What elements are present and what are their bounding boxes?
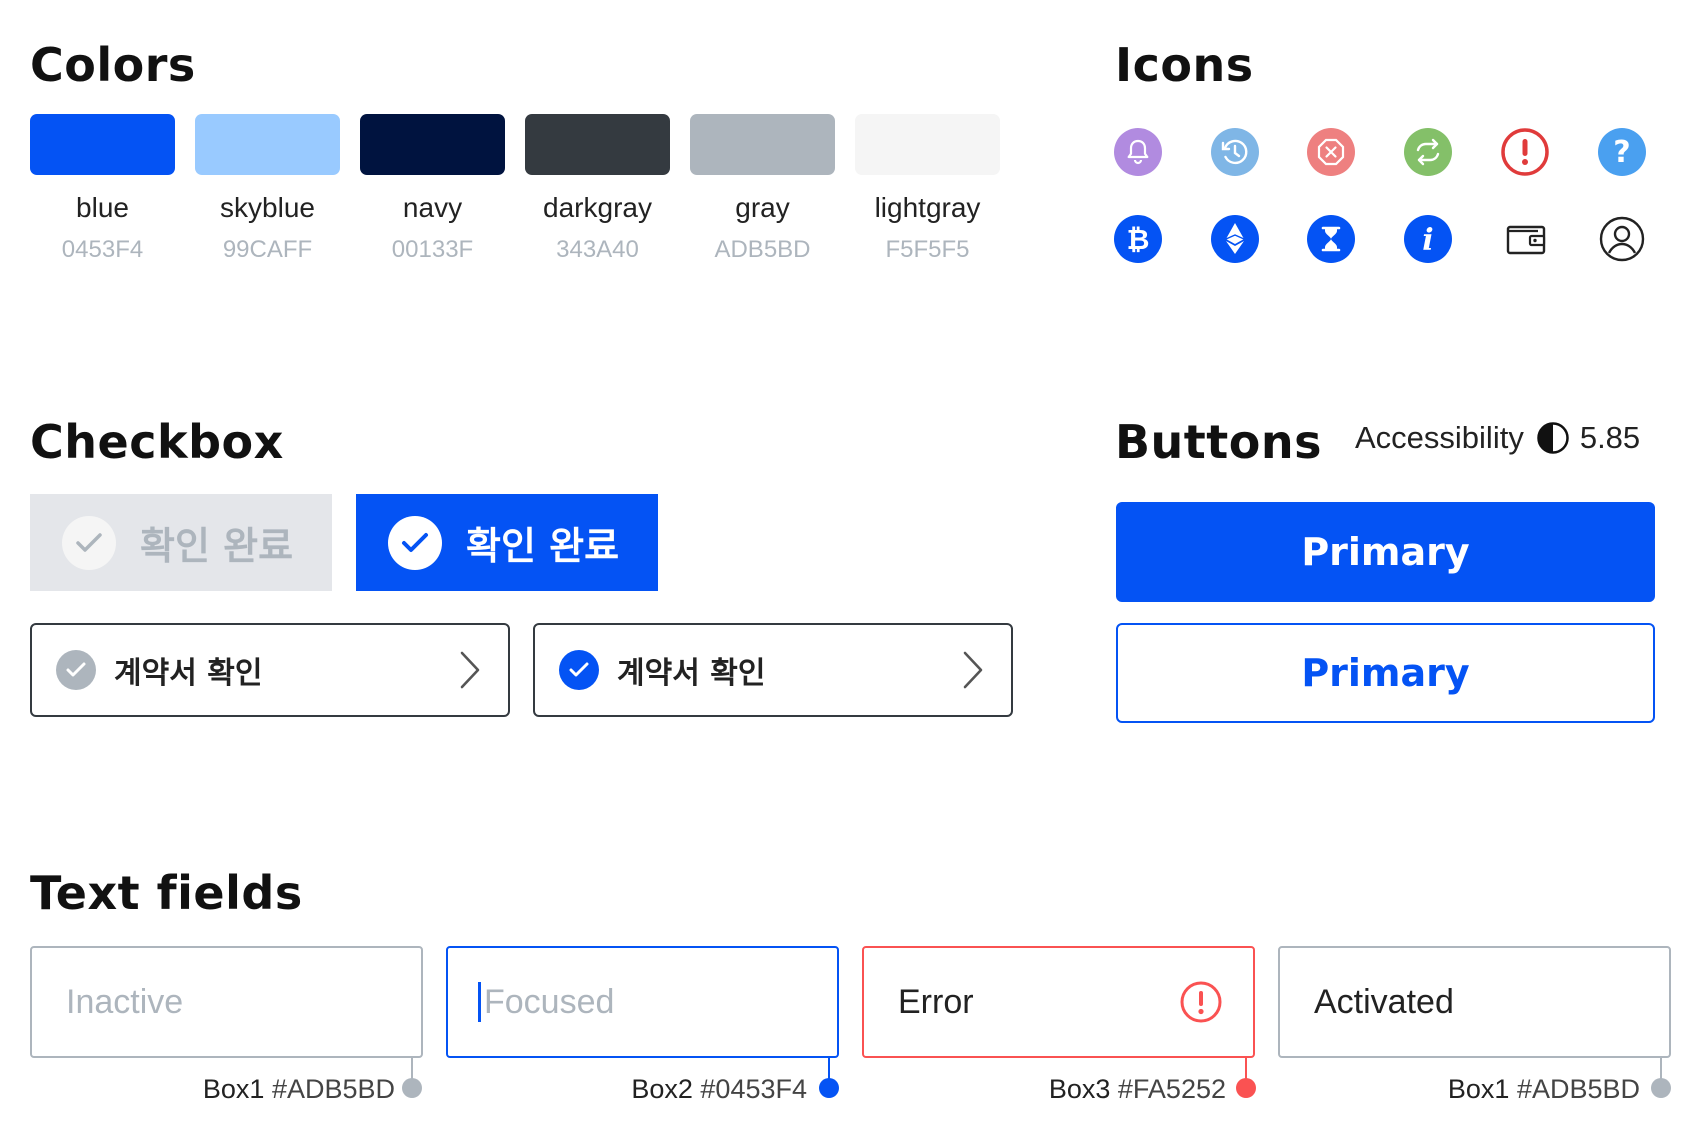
colors-title: Colors bbox=[30, 38, 196, 92]
annotation-dot bbox=[1651, 1078, 1671, 1098]
swatch-name: gray bbox=[735, 192, 790, 223]
text-field-value: Error bbox=[898, 982, 974, 1021]
info-icon[interactable]: i bbox=[1403, 214, 1453, 264]
checkbox-row-checked[interactable]: 계약서 확인 bbox=[533, 623, 1013, 717]
annotation-hex: #FA5252 bbox=[1117, 1074, 1226, 1104]
accessibility-info: Accessibility 5.85 bbox=[1355, 420, 1640, 456]
buttons-title: Buttons bbox=[1115, 415, 1323, 469]
swatch-hex: 343A40 bbox=[556, 236, 639, 263]
checkbox-big-checked[interactable]: 확인 완료 bbox=[356, 494, 658, 591]
svg-text:?: ? bbox=[1613, 135, 1630, 170]
contrast-icon bbox=[1537, 422, 1569, 454]
checkbox-label: 확인 완료 bbox=[466, 524, 620, 568]
accessibility-label: Accessibility bbox=[1355, 420, 1524, 455]
checkbox-title: Checkbox bbox=[30, 415, 284, 469]
annotation-hex: #ADB5BD bbox=[1516, 1074, 1640, 1104]
bell-icon[interactable] bbox=[1113, 127, 1163, 177]
swatch-hex: 0453F4 bbox=[61, 236, 144, 263]
accessibility-value: 5.85 bbox=[1579, 420, 1641, 455]
annotation-dot bbox=[819, 1078, 839, 1098]
annotation-stem bbox=[828, 1058, 830, 1080]
swatch-darkgray bbox=[525, 114, 670, 175]
check-circle-icon bbox=[559, 650, 599, 690]
check-circle-icon bbox=[56, 650, 96, 690]
checkbox-big-unchecked[interactable]: 확인 완료 bbox=[30, 494, 332, 591]
svg-text:i: i bbox=[1422, 223, 1433, 258]
wallet-icon[interactable] bbox=[1500, 214, 1550, 264]
annotation-stem bbox=[411, 1058, 413, 1080]
swatch-blue bbox=[30, 114, 175, 175]
annotation-dot bbox=[1236, 1078, 1256, 1098]
swatch-gray bbox=[690, 114, 835, 175]
swatch-name: skyblue bbox=[220, 192, 315, 223]
swatch-hex: F5F5F5 bbox=[885, 236, 970, 263]
check-circle-icon bbox=[388, 515, 442, 570]
checkbox-label: 확인 완료 bbox=[140, 524, 294, 568]
swatch-name: navy bbox=[402, 192, 463, 223]
alert-icon[interactable] bbox=[1500, 127, 1550, 177]
annotation-stem bbox=[1245, 1058, 1247, 1080]
swatch-name: darkgray bbox=[543, 192, 652, 223]
checkbox-row-unchecked[interactable]: 계약서 확인 bbox=[30, 623, 510, 717]
icons-title: Icons bbox=[1115, 38, 1254, 92]
svg-text:₿: ₿ bbox=[1127, 223, 1150, 256]
question-icon[interactable]: ? bbox=[1597, 127, 1647, 177]
hourglass-icon[interactable] bbox=[1306, 214, 1356, 264]
primary-button[interactable]: Primary bbox=[1116, 502, 1655, 602]
annotation-dot bbox=[402, 1078, 422, 1098]
check-circle-icon bbox=[62, 515, 116, 570]
swatch-hex: ADB5BD bbox=[714, 236, 811, 263]
clock-history-icon[interactable] bbox=[1210, 127, 1260, 177]
swatch-hex: 00133F bbox=[391, 236, 474, 263]
annotation-box-name: Box3 bbox=[1048, 1074, 1111, 1104]
swatch-navy bbox=[360, 114, 505, 175]
ethereum-icon[interactable] bbox=[1210, 214, 1260, 264]
text-field-error[interactable]: Error bbox=[862, 946, 1255, 1058]
swatch-name: lightgray bbox=[874, 192, 981, 223]
annotation-note: Box1 #ADB5BD bbox=[1395, 1074, 1640, 1105]
text-field-value: Activated bbox=[1314, 982, 1454, 1021]
annotation-box-name: Box2 bbox=[631, 1074, 693, 1104]
text-field-inactive[interactable]: Inactive bbox=[30, 946, 423, 1058]
text-field-placeholder: Inactive bbox=[66, 982, 184, 1021]
primary-outline-button[interactable]: Primary bbox=[1116, 623, 1655, 723]
alert-icon bbox=[1180, 981, 1222, 1023]
text-field-activated[interactable]: Activated bbox=[1278, 946, 1671, 1058]
checkbox-label: 계약서 확인 bbox=[617, 656, 766, 691]
close-octagon-icon[interactable] bbox=[1306, 127, 1356, 177]
text-field-placeholder: Focused bbox=[484, 982, 615, 1021]
swatch-name: blue bbox=[76, 192, 129, 223]
annotation-note: Box3 #FA5252 bbox=[980, 1074, 1226, 1105]
textfields-title: Text fields bbox=[30, 866, 303, 920]
annotation-stem bbox=[1660, 1058, 1662, 1080]
refresh-icon[interactable] bbox=[1403, 127, 1453, 177]
swatch-lightgray bbox=[855, 114, 1000, 175]
user-icon[interactable] bbox=[1597, 214, 1647, 264]
chevron-right-icon bbox=[963, 651, 983, 689]
text-cursor bbox=[478, 982, 481, 1022]
annotation-box-name: Box1 bbox=[202, 1074, 265, 1104]
text-field-focused[interactable]: Focused bbox=[446, 946, 839, 1058]
annotation-note: Box1 #ADB5BD bbox=[150, 1074, 395, 1105]
swatch-hex: 99CAFF bbox=[222, 236, 313, 263]
swatch-skyblue bbox=[195, 114, 340, 175]
annotation-hex: #0453F4 bbox=[700, 1074, 807, 1104]
chevron-right-icon bbox=[460, 651, 480, 689]
annotation-note: Box2 #0453F4 bbox=[560, 1074, 807, 1105]
annotation-hex: #ADB5BD bbox=[271, 1074, 395, 1104]
checkbox-label: 계약서 확인 bbox=[114, 656, 263, 691]
annotation-box-name: Box1 bbox=[1447, 1074, 1510, 1104]
bitcoin-icon[interactable]: ₿ bbox=[1113, 214, 1163, 264]
